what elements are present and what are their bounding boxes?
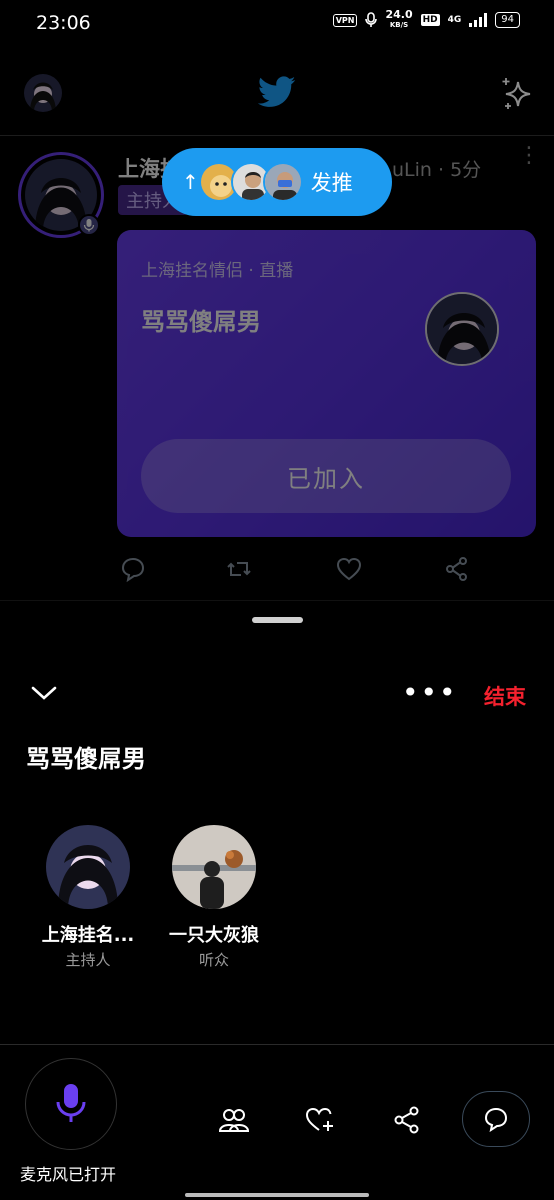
status-time: 23:06 bbox=[36, 12, 91, 34]
twitter-bird-icon[interactable] bbox=[258, 76, 296, 108]
space-meta: 上海挂名情侣 · 直播 bbox=[141, 261, 294, 281]
hd-indicator: HD bbox=[420, 14, 440, 26]
chat-bubble-icon bbox=[484, 1107, 508, 1133]
share-icon[interactable] bbox=[443, 555, 471, 583]
participant-listener[interactable]: 一只大灰狼 听众 bbox=[159, 825, 269, 970]
arrow-up-icon: ↑ bbox=[182, 170, 199, 194]
share-icon[interactable] bbox=[391, 1104, 423, 1136]
participant-name: 一只大灰狼 bbox=[169, 925, 259, 946]
signal-icon bbox=[469, 13, 488, 27]
microphone-status-icon bbox=[365, 12, 378, 27]
status-bar: 23:06 VPN 24.0 KB/S HD 4G 94 bbox=[0, 0, 554, 48]
end-space-button[interactable]: 结束 bbox=[484, 681, 526, 711]
sparkle-icon[interactable] bbox=[498, 74, 536, 112]
profile-avatar[interactable] bbox=[24, 74, 62, 112]
sheet-drag-handle[interactable] bbox=[252, 617, 303, 623]
reply-button[interactable] bbox=[462, 1091, 530, 1147]
space-sheet: ••• 结束 骂骂傻屌男 上海挂名... 主持人 一只大灰狼 听众 麦克风已打开 bbox=[0, 600, 554, 1200]
chevron-down-icon[interactable] bbox=[30, 683, 58, 703]
heart-plus-icon[interactable] bbox=[304, 1104, 336, 1136]
space-card[interactable]: 上海挂名情侣 · 直播 骂骂傻屌男 已加入 bbox=[117, 230, 536, 537]
network-type: 4G bbox=[447, 15, 462, 25]
tweet-actions bbox=[117, 555, 477, 583]
new-tweets-pill[interactable]: ↑ 发推 bbox=[162, 148, 392, 216]
like-icon[interactable] bbox=[335, 555, 363, 583]
bottom-divider bbox=[0, 1044, 554, 1045]
space-title: 骂骂傻屌男 bbox=[26, 745, 146, 773]
more-vertical-icon[interactable]: ⋮ bbox=[518, 145, 540, 167]
mic-badge-icon bbox=[78, 214, 100, 236]
gesture-bar[interactable] bbox=[185, 1193, 369, 1197]
pill-avatar bbox=[262, 162, 303, 202]
participant-name: 上海挂名... bbox=[41, 925, 135, 946]
people-icon[interactable] bbox=[218, 1104, 250, 1136]
joined-button[interactable]: 已加入 bbox=[141, 439, 511, 513]
tweet-handle-time: uLin · 5分 bbox=[392, 159, 482, 181]
top-bar bbox=[0, 56, 554, 136]
vpn-indicator: VPN bbox=[332, 13, 358, 27]
participant-host[interactable]: 上海挂名... 主持人 bbox=[33, 825, 143, 970]
participant-avatar bbox=[172, 825, 256, 909]
microphone-status-label: 麦克风已打开 bbox=[20, 1165, 117, 1184]
network-speed: 24.0 KB/S bbox=[385, 8, 413, 29]
microphone-icon bbox=[56, 1084, 86, 1122]
participant-avatar bbox=[46, 825, 130, 909]
new-tweets-label: 发推 bbox=[310, 171, 353, 195]
retweet-icon[interactable] bbox=[225, 555, 253, 583]
participant-role: 主持人 bbox=[65, 951, 111, 969]
more-options-button[interactable]: ••• bbox=[402, 679, 458, 707]
battery-indicator: 94 bbox=[495, 12, 520, 28]
status-icons: VPN 24.0 KB/S HD 4G 94 bbox=[332, 8, 520, 30]
reply-icon[interactable] bbox=[119, 555, 147, 583]
space-host-avatar bbox=[425, 292, 499, 366]
participant-role: 听众 bbox=[198, 951, 229, 969]
microphone-button[interactable] bbox=[25, 1058, 117, 1150]
space-card-title: 骂骂傻屌男 bbox=[141, 308, 261, 336]
